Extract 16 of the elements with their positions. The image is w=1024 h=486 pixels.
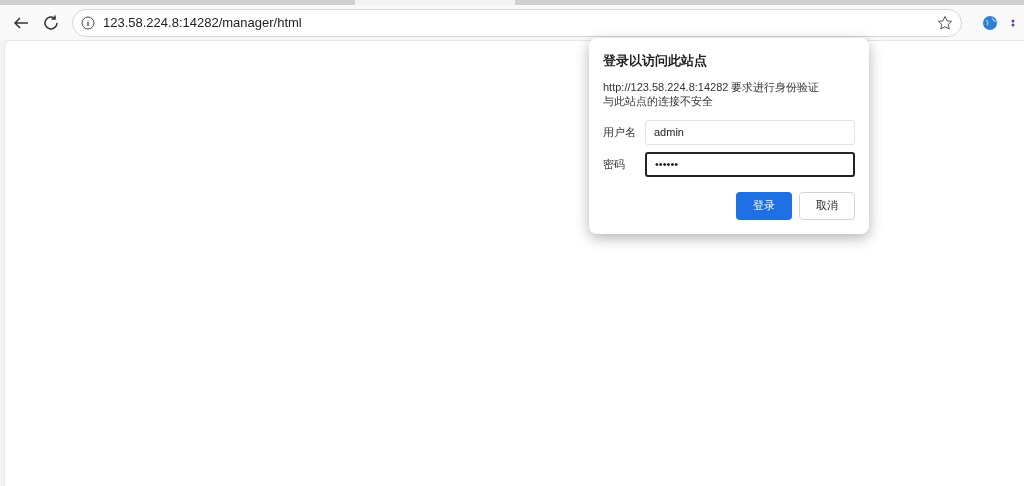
star-icon[interactable] <box>937 14 953 31</box>
cancel-button[interactable]: 取消 <box>799 191 855 220</box>
reload-icon[interactable] <box>42 13 60 32</box>
info-icon[interactable] <box>81 15 95 30</box>
input-field[interactable]: admin <box>645 119 855 145</box>
globe-icon[interactable] <box>982 14 998 31</box>
extension-icon[interactable] <box>1010 17 1016 28</box>
dialog-title: 登录以访问此站点 <box>603 52 708 70</box>
address-bar[interactable]: 123.58.224.8:14282/manager/html <box>72 8 962 37</box>
input-field[interactable]: •••••• <box>645 151 855 177</box>
login-button[interactable]: 登录 <box>736 191 792 220</box>
security-warning: 与此站点的连接不安全 <box>603 93 714 108</box>
field-label: 用户名 <box>603 124 637 140</box>
field-label: 密码 <box>603 156 626 172</box>
auth-message: http://123.58.224.8:14282 要求进行身份验证 <box>603 79 821 94</box>
url-text: 123.58.224.8:14282/manager/html <box>103 13 302 32</box>
